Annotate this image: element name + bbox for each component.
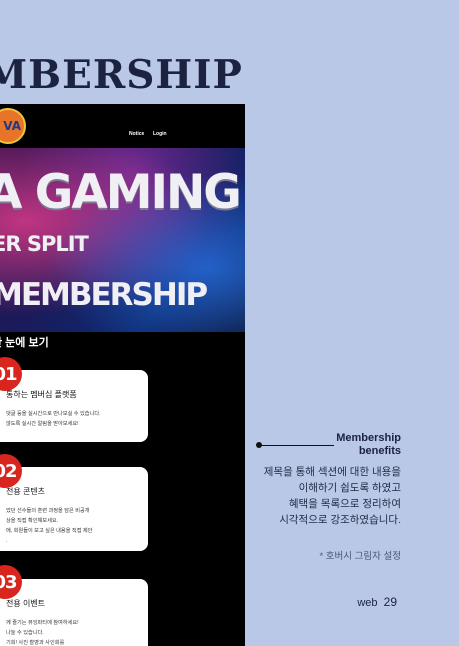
benefit-card[interactable]: 전용 이벤트 께 즐기는 뷰잉파티에 참여하세요! 나눌 수 있습니다. 기회!… xyxy=(0,579,148,646)
card-desc-line: 기회! 사진 촬영과 사인회를 xyxy=(6,640,65,646)
annotation-desc-line: 제목을 통해 섹션에 대한 내용을 xyxy=(263,466,401,478)
nav-notice-link[interactable]: Notice xyxy=(129,131,144,137)
card-title: 전용 이벤트 xyxy=(6,599,46,608)
page-footer: web 29 xyxy=(357,595,397,609)
card-title: 전용 콘텐츠 xyxy=(6,487,46,496)
card-desc-line: 댓글 등을 실시간으로 만나보실 수 있습니다. xyxy=(6,411,101,417)
annotation-desc-line: 혜택을 목록으로 정리하여 xyxy=(288,498,401,510)
footer-section: web xyxy=(357,597,378,609)
annotation-desc-line: 이해하기 쉽도록 하였고 xyxy=(298,482,401,494)
card-desc-line: 상을 직접 확인해보세요. xyxy=(6,518,59,524)
card-desc-line: 나눌 수 있습니다. xyxy=(6,630,44,636)
annotation-description: 제목을 통해 섹션에 대한 내용을 이해하기 쉽도록 하였고 혜택을 목록으로 … xyxy=(264,464,401,528)
nav-login-link[interactable]: Login xyxy=(153,131,167,137)
card-desc-line: 께 즐기는 뷰잉파티에 참여하세요! xyxy=(6,620,79,626)
mockup-nav-bar: VA Notice Login xyxy=(0,104,245,148)
team-logo[interactable]: VA xyxy=(0,108,26,144)
card-desc-line: 에, 회원들이 보고 싶은 내용을 직접 제안 xyxy=(6,528,93,534)
connector-line xyxy=(260,444,334,446)
annotation-desc-line: 시각적으로 강조하였습니다. xyxy=(279,514,401,526)
card-title: 통하는 멤버십 플랫폼 xyxy=(6,390,77,399)
benefit-card[interactable]: 통하는 멤버십 플랫폼 댓글 등을 실시간으로 만나보실 수 있습니다. 않도록… xyxy=(0,370,148,442)
hover-note: * 호버시 그림자 설정 xyxy=(319,551,401,562)
hero-membership-text: MEMBERSHIP xyxy=(0,277,208,313)
page-title: MBERSHIP xyxy=(0,52,243,98)
hero-banner: A GAMING ER SPLIT MEMBERSHIP xyxy=(0,148,245,332)
card-desc-line: 않도록 실시간 알림을 받아보세요! xyxy=(6,421,79,427)
annotation-title-line: Membership xyxy=(336,432,401,444)
card-desc-line: 었던 선수들의 훈련 과정을 담은 비공개 xyxy=(6,508,90,514)
annotation-title: Membership benefits xyxy=(336,432,401,458)
hero-title: A GAMING xyxy=(0,165,242,220)
card-desc-line: . xyxy=(6,538,8,544)
benefit-card[interactable]: 전용 콘텐츠 었던 선수들의 훈련 과정을 담은 비공개 상을 직접 확인해보세… xyxy=(0,467,148,551)
annotation-connector xyxy=(256,442,334,448)
page-number: 29 xyxy=(383,595,397,609)
website-mockup: VA Notice Login A GAMING ER SPLIT MEMBER… xyxy=(0,104,245,646)
section-heading: 한 눈에 보기 xyxy=(0,337,49,349)
annotation-title-line: benefits xyxy=(358,445,401,457)
hero-subtitle: ER SPLIT xyxy=(0,232,89,256)
